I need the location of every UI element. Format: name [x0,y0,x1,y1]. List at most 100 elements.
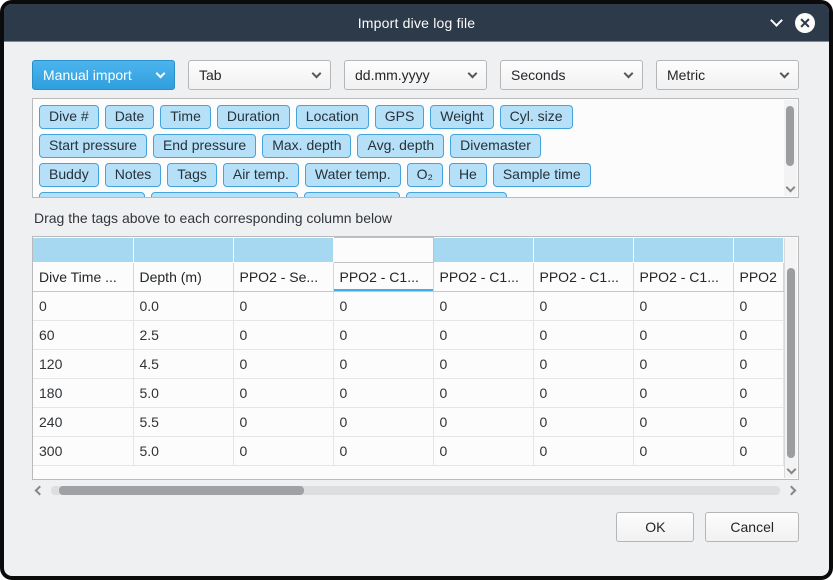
drop-target-cell[interactable] [333,238,433,263]
tag-buddy[interactable]: Buddy [39,163,99,187]
scroll-down-icon[interactable] [786,183,796,193]
table-cell: 0 [333,321,433,350]
scroll-right-icon[interactable] [787,486,797,496]
tag-list: Dive #DateTimeDurationLocationGPSWeight C… [33,99,798,198]
tag-notes[interactable]: Notes [105,163,162,187]
table-cell: 0 [333,350,433,379]
table-cell: 180 [33,379,133,408]
table-cell: 0 [633,379,733,408]
titlebar: Import dive log file [4,4,829,42]
tag-weight[interactable]: Weight [430,105,493,129]
table-cell: 0 [433,321,533,350]
drop-target-cell[interactable] [133,238,233,263]
tag-divemaster[interactable]: Divemaster [450,134,541,158]
tag-sample-depth[interactable]: Sample depth [39,192,145,198]
tag-row: Dive #DateTimeDurationLocationGPSWeight C… [39,105,776,129]
scrollbar-thumb[interactable] [786,106,794,166]
table-cell: 0 [633,321,733,350]
scroll-down-icon[interactable] [787,465,797,475]
table-vertical-scrollbar[interactable] [784,238,797,478]
dialog-content: Manual import Tab dd.mm.yyyy Seconds Met… [4,42,829,576]
table-cell: 5.0 [133,379,233,408]
scroll-left-icon[interactable] [35,486,45,496]
drop-target-cell[interactable] [33,238,133,263]
tag-max-depth[interactable]: Max. depth [262,134,351,158]
date-format-select[interactable]: dd.mm.yyyy [344,60,487,90]
table-cell: 0 [433,292,533,321]
window-close-button[interactable] [795,13,815,33]
column-header[interactable]: Dive Time ... [33,263,133,292]
column-header[interactable]: PPO2 - Se... [233,263,333,292]
field-separator-select[interactable]: Tab [188,60,331,90]
drop-target-row [33,238,784,263]
table-body: 00.0000000602.50000001204.50000001805.00… [33,292,784,466]
table-cell: 5.0 [133,437,233,466]
field-separator-value: Tab [199,67,222,83]
tag-end-pressure[interactable]: End pressure [153,134,256,158]
preview-table-wrap: Dive Time ...Depth (m)PPO2 - Se...PPO2 -… [33,237,784,479]
tag-air-temp[interactable]: Air temp. [223,163,299,187]
footer: OK Cancel [32,512,799,542]
table-cell: 0 [733,379,784,408]
ok-button[interactable]: OK [616,512,694,542]
column-header[interactable]: PPO2 - C1... [333,263,433,292]
table-cell: 0 [633,437,733,466]
tag-date[interactable]: Date [105,105,155,129]
tag-sample-cns[interactable]: Sample CNS [406,192,507,198]
tag-vertical-scrollbar[interactable] [784,100,797,196]
drop-target-cell[interactable] [433,238,533,263]
drop-target-cell[interactable] [633,238,733,263]
tag-dive[interactable]: Dive # [39,105,99,129]
tag-cyl-size[interactable]: Cyl. size [500,105,573,129]
column-header[interactable]: PPO2 - C1... [533,263,633,292]
tag-panel: Dive #DateTimeDurationLocationGPSWeight C… [32,98,799,198]
tag-sample-time[interactable]: Sample time [493,163,591,187]
tag-start-pressure[interactable]: Start pressure [39,134,147,158]
window-shade-chevron-icon[interactable] [770,14,783,27]
cancel-button[interactable]: Cancel [705,512,799,542]
tag-o[interactable]: O₂ [407,163,443,187]
tag-time[interactable]: Time [160,105,211,129]
drop-target-cell[interactable] [533,238,633,263]
window-frame: Import dive log file Manual import Tab d… [0,0,833,580]
tag-water-temp[interactable]: Water temp. [305,163,401,187]
drop-target-cell[interactable] [733,238,784,263]
tag-tags[interactable]: Tags [167,163,217,187]
table-cell: 0 [233,437,333,466]
tag-duration[interactable]: Duration [217,105,290,129]
scrollbar-thumb[interactable] [59,486,304,495]
table-cell: 0 [533,437,633,466]
column-header[interactable]: PPO2 - C1... [433,263,533,292]
table-row: 602.5000000 [33,321,784,350]
table-cell: 0 [333,408,433,437]
table-cell: 0 [733,321,784,350]
table-horizontal-scrollbar[interactable] [32,483,799,498]
table-cell: 2.5 [133,321,233,350]
import-mode-select[interactable]: Manual import [32,60,175,90]
column-header[interactable]: Depth (m) [133,263,233,292]
tag-he[interactable]: He [449,163,487,187]
duration-format-select[interactable]: Seconds [500,60,643,90]
tag-avg-depth[interactable]: Avg. depth [357,134,444,158]
tag-location[interactable]: Location [296,105,369,129]
table-cell: 0 [333,379,433,408]
table-row: 1805.0000000 [33,379,784,408]
scrollbar-thumb[interactable] [787,268,795,458]
scrollbar-track[interactable] [51,486,780,495]
date-format-value: dd.mm.yyyy [355,67,430,83]
table-cell: 0 [633,408,733,437]
tag-row: BuddyNotesTagsAir temp.Water temp.O₂HeSa… [39,163,776,187]
selector-row: Manual import Tab dd.mm.yyyy Seconds Met… [32,60,799,90]
tag-sample-temperature[interactable]: Sample temperature [151,192,298,198]
column-header[interactable]: PPO2 - C1... [633,263,733,292]
table-cell: 0 [533,350,633,379]
units-select[interactable]: Metric [656,60,799,90]
table-cell: 0 [533,321,633,350]
chevron-down-icon [624,69,634,79]
tag-sample-po[interactable]: Sample pO₂ [304,192,399,198]
drop-target-cell[interactable] [233,238,333,263]
tag-gps[interactable]: GPS [375,105,425,129]
column-header[interactable]: PPO2 [733,263,784,292]
table-cell: 0 [733,292,784,321]
chevron-down-icon [468,69,478,79]
